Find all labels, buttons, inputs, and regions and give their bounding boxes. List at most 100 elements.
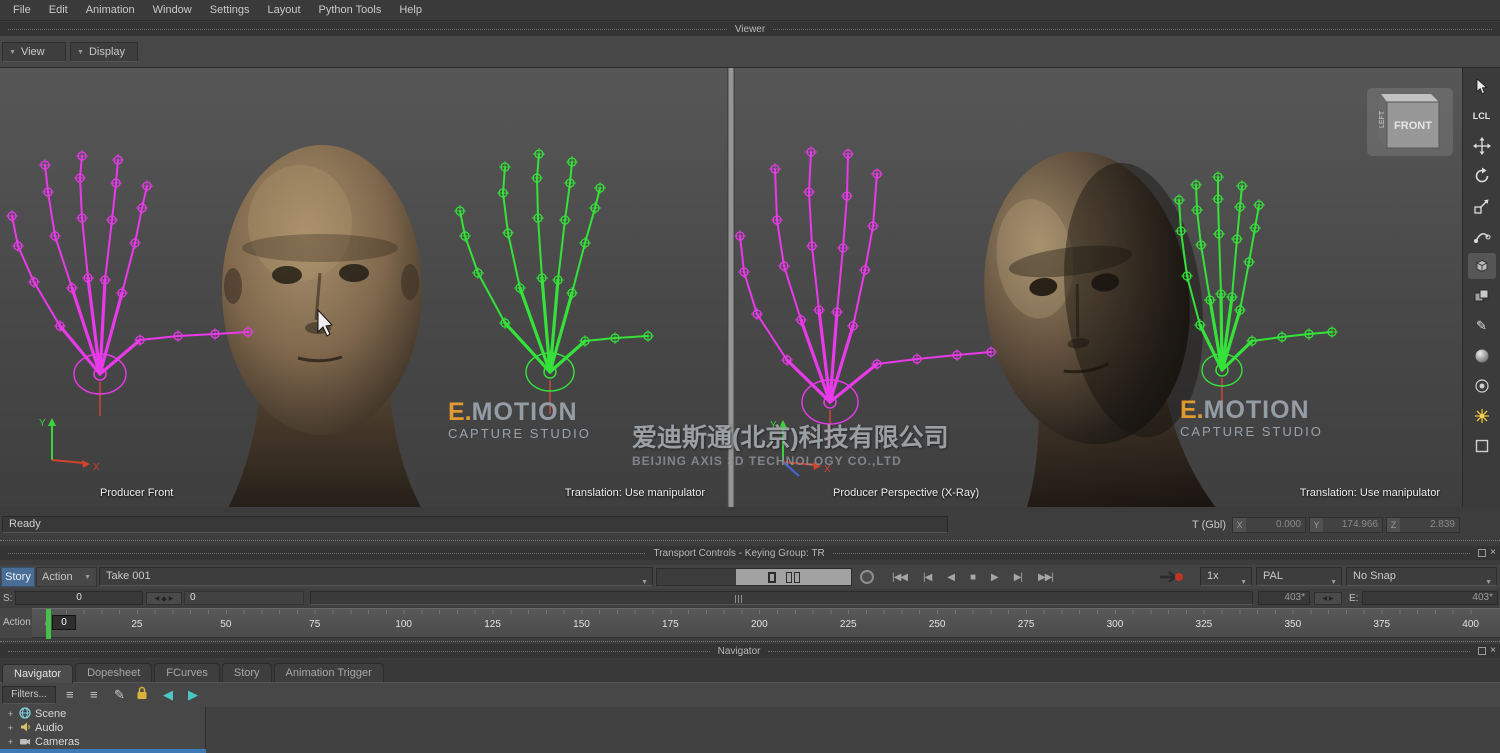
expander-icon[interactable]: + [6, 723, 15, 733]
pen-tool-icon[interactable]: ✎ [1468, 313, 1496, 339]
timeline-scrollbar[interactable] [310, 591, 1253, 605]
transport-panel-title: Transport Controls - Keying Group: TR × [0, 546, 1500, 560]
zoom-region[interactable] [736, 569, 851, 585]
playhead[interactable] [46, 609, 51, 639]
goto-start-button[interactable]: |◀◀ [892, 572, 907, 583]
keying-indicator-icon[interactable] [1158, 569, 1184, 590]
menu-help[interactable]: Help [390, 2, 431, 18]
navigator-title-label: Navigator [718, 646, 761, 657]
story-tab[interactable]: Story [1, 567, 35, 587]
ruler-mark: 325 [1196, 619, 1213, 630]
tab-dopesheet[interactable]: Dopesheet [75, 663, 152, 682]
view-cube[interactable]: FRONT LEFT [1365, 86, 1455, 158]
translate-tool-icon[interactable] [1468, 133, 1496, 159]
hand-skeleton-green[interactable] [454, 148, 654, 414]
ik-blend-tool-icon[interactable] [1468, 223, 1496, 249]
end-frame-field[interactable]: 403* [1258, 591, 1310, 605]
tree-item-scene[interactable]: +Scene [0, 707, 205, 721]
end-spinner[interactable]: ◀▶ [1314, 592, 1342, 605]
sphere-tool-icon[interactable] [1468, 343, 1496, 369]
jog-value-field[interactable]: 0 [184, 591, 304, 605]
restore-icon[interactable] [1478, 647, 1486, 655]
prev-frame-button[interactable]: ◀ [947, 572, 954, 583]
timeline-zoom-strip[interactable] [656, 568, 852, 586]
menu-edit[interactable]: Edit [40, 2, 77, 18]
tree-scrollbar[interactable] [0, 749, 206, 753]
action-tab-label: Action [42, 571, 73, 583]
ruler-mark: 50 [220, 619, 231, 630]
single-view-icon[interactable] [768, 572, 776, 583]
menu-file[interactable]: File [4, 2, 40, 18]
record-button[interactable] [860, 570, 874, 584]
current-frame-box[interactable]: 0 [52, 615, 76, 630]
select-tool-icon[interactable] [1468, 73, 1496, 99]
lock-icon[interactable] [136, 686, 148, 703]
spiral-tool-icon[interactable] [1468, 373, 1496, 399]
divider [0, 641, 1500, 642]
playback-controls: |◀◀|◀◀■▶▶|▶▶| [892, 568, 1053, 586]
viewport-producer-front[interactable]: YX E.MOTION CAPTURE STUDIO Producer Fron… [0, 68, 727, 507]
scroll-handle[interactable] [735, 595, 742, 603]
menu-animation[interactable]: Animation [77, 2, 144, 18]
forward-arrow-icon[interactable]: ▶ [188, 687, 198, 703]
action-tab[interactable]: Action ▼ [36, 567, 97, 587]
transform-field-y[interactable]: Y174.966 [1309, 517, 1383, 533]
dual-view-icon[interactable] [786, 572, 800, 583]
end-value-field[interactable]: 403* [1362, 591, 1498, 605]
hand-skeleton-magenta[interactable] [6, 150, 254, 416]
menu-settings[interactable]: Settings [201, 2, 259, 18]
expander-icon[interactable]: + [6, 737, 15, 747]
transform-field-x[interactable]: X0.000 [1232, 517, 1306, 533]
hand-skeleton-magenta[interactable] [735, 146, 997, 444]
edit-filter-icon[interactable]: ✎ [114, 687, 125, 703]
detail-view-icon[interactable]: ≡ [90, 687, 98, 702]
display-menu-button[interactable]: ▼ Display [70, 42, 138, 62]
region-tool-icon[interactable] [1468, 433, 1496, 459]
menu-layout[interactable]: Layout [259, 2, 310, 18]
menu-python-tools[interactable]: Python Tools [310, 2, 391, 18]
speed-dropdown[interactable]: 1x ▼ [1200, 567, 1252, 586]
transform-field-z[interactable]: Z2.839 [1386, 517, 1460, 533]
view-cube-top-face[interactable] [1381, 94, 1439, 102]
expander-icon[interactable]: + [6, 709, 15, 719]
restore-icon[interactable] [1478, 549, 1486, 557]
ruler-mark: 125 [484, 619, 501, 630]
scene-left[interactable]: YX [0, 68, 727, 507]
format-dropdown[interactable]: PAL ▼ [1256, 567, 1342, 586]
tab-fcurves[interactable]: FCurves [154, 663, 220, 682]
frame-ruler[interactable]: 0255075100125150175200225250275300325350… [32, 608, 1500, 638]
ruler-mark: 250 [929, 619, 946, 630]
back-arrow-icon[interactable]: ◀ [163, 687, 173, 703]
start-frame-field[interactable]: 0 [15, 591, 143, 605]
scale-tool-icon[interactable] [1468, 193, 1496, 219]
filters-button[interactable]: Filters... [2, 686, 56, 704]
tab-animation-trigger[interactable]: Animation Trigger [274, 663, 384, 682]
tree-item-label: Cameras [35, 736, 80, 748]
close-icon[interactable]: × [1490, 549, 1496, 557]
take-dropdown[interactable]: Take 001 ▼ [99, 567, 653, 586]
close-icon[interactable]: × [1490, 647, 1496, 655]
play-button[interactable]: ▶ [991, 572, 998, 583]
next-frame-button[interactable]: ▶| [1014, 572, 1022, 583]
jog-shuttle[interactable]: ◀◆▶ [146, 592, 182, 605]
view-menu-button[interactable]: ▼ View [2, 42, 66, 62]
light-tool-icon[interactable] [1468, 403, 1496, 429]
manipulator-status-label: Translation: Use manipulator [565, 487, 705, 499]
divider [8, 553, 645, 554]
chevron-down-icon: ▼ [1330, 574, 1337, 591]
tab-story[interactable]: Story [222, 663, 272, 682]
snap-dropdown[interactable]: No Snap ▼ [1346, 567, 1497, 586]
rotate-tool-icon[interactable] [1468, 163, 1496, 189]
stop-button[interactable]: ■ [970, 572, 975, 583]
goto-end-button[interactable]: ▶▶| [1038, 572, 1053, 583]
tree-item-cameras[interactable]: + Cameras [0, 735, 205, 749]
lcl-mode-icon[interactable]: LCL [1468, 103, 1496, 129]
list-view-icon[interactable]: ≡ [66, 687, 74, 702]
menu-window[interactable]: Window [144, 2, 201, 18]
chevron-down-icon: ▼ [1485, 574, 1492, 591]
prev-key-button[interactable]: |◀ [923, 572, 931, 583]
tab-navigator[interactable]: Navigator [2, 664, 73, 683]
cube-tool-icon[interactable] [1468, 253, 1496, 279]
tree-item-audio[interactable]: +Audio [0, 721, 205, 735]
duplicate-tool-icon[interactable] [1468, 283, 1496, 309]
